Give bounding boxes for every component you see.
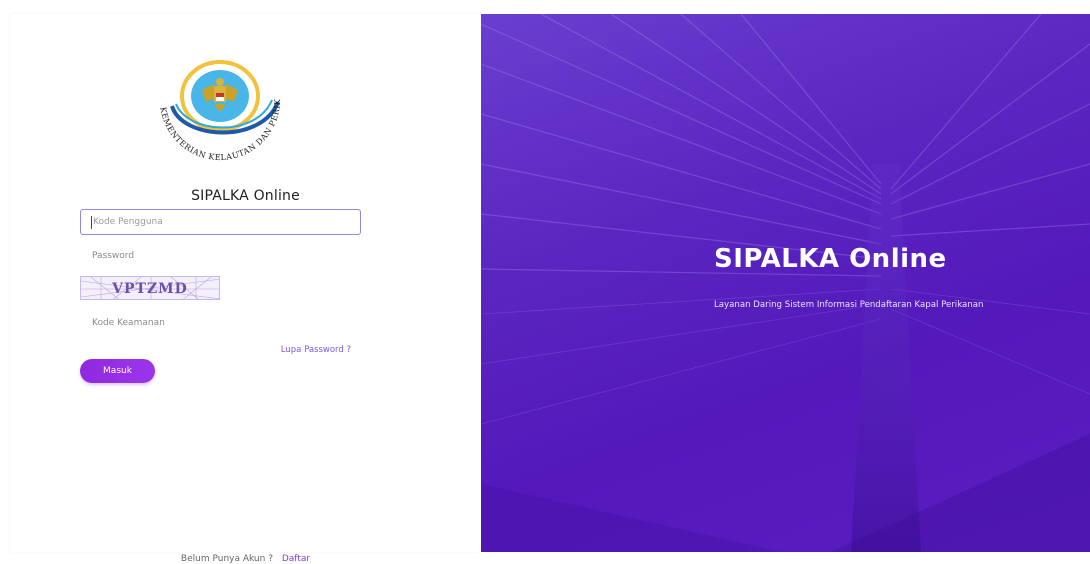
captcha-image: VPTZMD [80, 276, 220, 300]
hero-subtitle: Layanan Daring Sistem Informasi Pendafta… [714, 300, 984, 310]
ministry-logo: KEMENTERIAN KELAUTAN DAN PERIKANAN [138, 53, 298, 176]
username-input[interactable]: Kode Pengguna [80, 209, 361, 235]
password-placeholder: Password [92, 251, 135, 261]
hero-panel: SIPALKA Online Layanan Daring Sistem Inf… [481, 14, 1090, 552]
bridge-cables-background [481, 14, 1090, 552]
username-placeholder: Kode Pengguna [93, 217, 163, 227]
password-input[interactable]: Password [80, 243, 361, 269]
security-code-placeholder: Kode Keamanan [92, 318, 165, 328]
login-button[interactable]: Masuk [80, 359, 155, 383]
login-panel: KEMENTERIAN KELAUTAN DAN PERIKANAN SIPAL… [10, 14, 481, 564]
login-title: SIPALKA Online [191, 188, 300, 204]
security-code-input[interactable]: Kode Keamanan [80, 310, 361, 336]
register-link[interactable]: Daftar [282, 554, 310, 564]
register-prompt: Belum Punya Akun ? [180, 554, 273, 564]
forgot-password-link[interactable]: Lupa Password ? [281, 345, 351, 355]
register-row: Belum Punya Akun ? Daftar [10, 554, 481, 564]
hero-title: SIPALKA Online [714, 244, 947, 274]
garuda-emblem-icon: KEMENTERIAN KELAUTAN DAN PERIKANAN [138, 53, 282, 162]
captcha-text: VPTZMD [112, 281, 188, 297]
text-caret [91, 216, 92, 229]
